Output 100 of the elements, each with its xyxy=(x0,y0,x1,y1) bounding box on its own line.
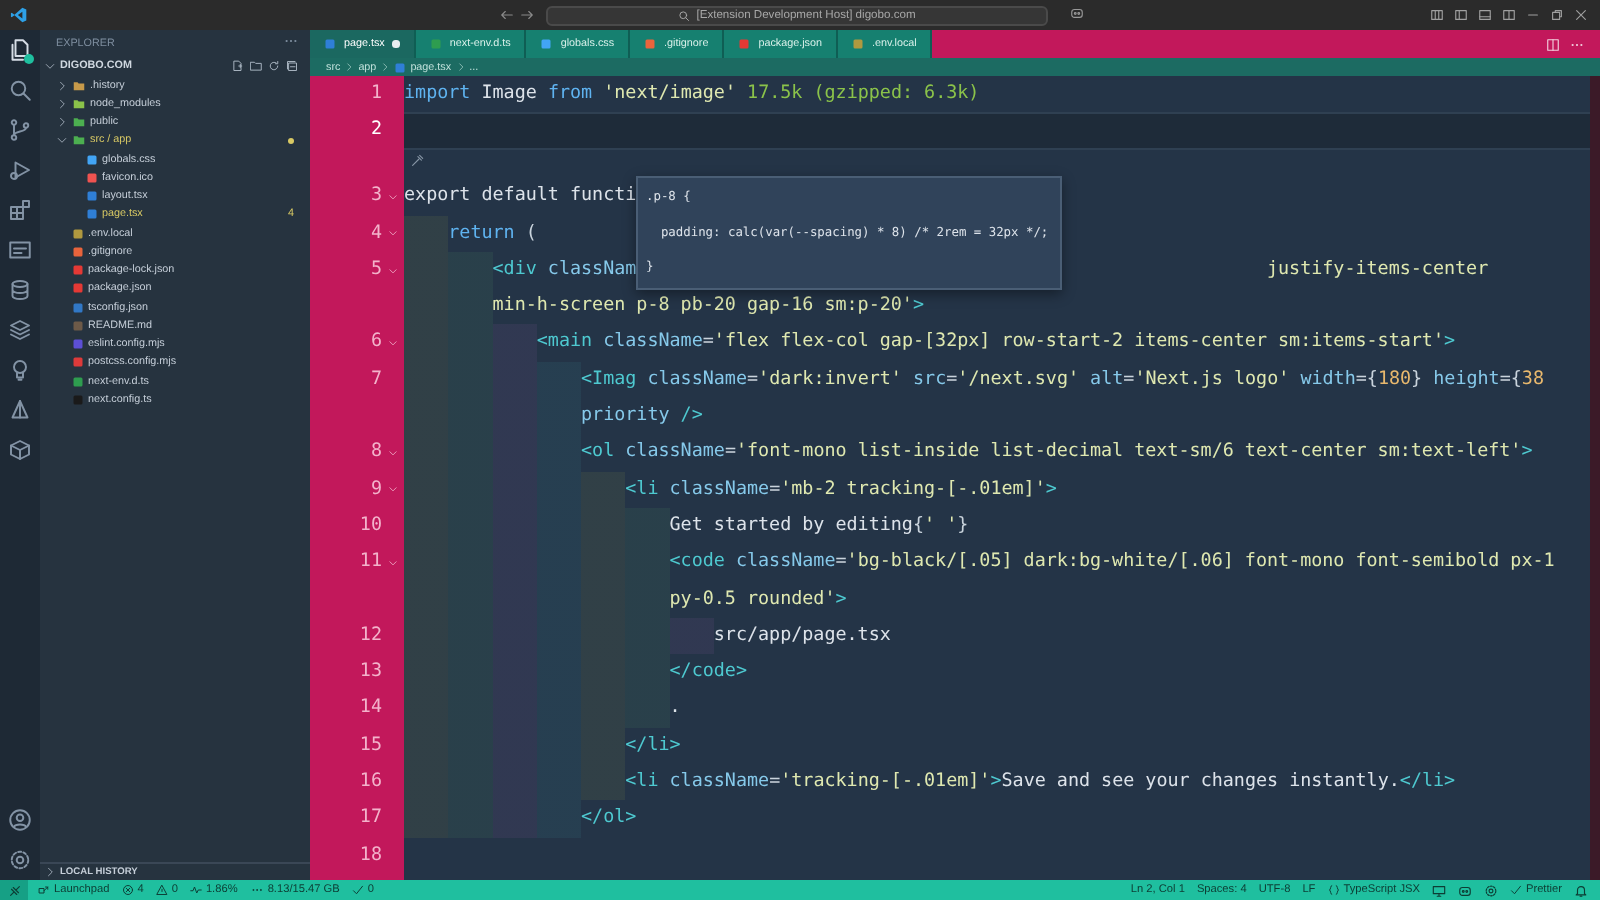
copilot-icon[interactable] xyxy=(1068,6,1086,20)
scrollbar[interactable] xyxy=(1590,76,1600,880)
file-icon xyxy=(429,38,442,50)
code-token: <li xyxy=(623,475,659,504)
restore-icon[interactable] xyxy=(1550,8,1564,22)
code-token: 'Next.js logo' xyxy=(1134,365,1290,394)
new-folder-icon[interactable] xyxy=(250,60,262,72)
layout-icon[interactable] xyxy=(1430,8,1444,22)
chevron-icon xyxy=(344,62,355,72)
chevron-icon xyxy=(380,62,391,72)
code-token: <Imag xyxy=(579,365,637,394)
triangle-icon[interactable] xyxy=(8,398,32,422)
code-token: = xyxy=(724,438,736,467)
modified-dot xyxy=(288,137,294,144)
package-icon[interactable] xyxy=(8,438,32,462)
code-token: ={ xyxy=(1355,365,1378,394)
file-icon xyxy=(644,38,657,50)
code-token: <div xyxy=(490,255,537,284)
code-token: > xyxy=(1444,328,1456,357)
run-debug-icon[interactable] xyxy=(8,158,32,182)
line-number: 3 xyxy=(370,182,382,211)
split-layout-icon[interactable] xyxy=(1502,8,1516,22)
code-token: return xyxy=(446,219,515,248)
settings-icon[interactable] xyxy=(8,848,32,872)
code-token: > xyxy=(990,768,1002,797)
code-token: > xyxy=(1521,438,1533,467)
warning-icon xyxy=(155,884,168,896)
collapse-icon[interactable] xyxy=(286,60,298,72)
line-number: 8 xyxy=(370,438,382,467)
close-icon[interactable] xyxy=(1574,8,1588,22)
code-token: . xyxy=(667,694,681,723)
copilot-icon[interactable] xyxy=(1457,883,1472,897)
code-token: className xyxy=(601,328,703,357)
refresh-icon[interactable] xyxy=(268,60,280,72)
code-token: export default functi xyxy=(404,182,637,211)
line-number: 9 xyxy=(370,475,382,504)
gear-icon[interactable] xyxy=(1483,883,1498,897)
search-icon[interactable] xyxy=(8,78,32,102)
code-token: > xyxy=(835,585,847,614)
code-token: = xyxy=(1123,365,1135,394)
monitor-icon[interactable] xyxy=(1431,883,1446,897)
code-token: src/app/page.tsx xyxy=(711,621,891,650)
code-token: = xyxy=(946,365,958,394)
line-number: 7 xyxy=(370,365,382,394)
code-token: className xyxy=(667,475,770,504)
panel-toggle-icon[interactable] xyxy=(1478,8,1492,22)
minimize-icon[interactable] xyxy=(1526,8,1540,22)
bell-icon[interactable] xyxy=(1574,883,1588,897)
code-token: = xyxy=(769,475,781,504)
code-token: Save and see your changes instantly. xyxy=(1001,768,1400,797)
source-control-icon[interactable] xyxy=(8,118,32,142)
line-number: 2 xyxy=(370,116,382,145)
file-icon xyxy=(540,38,553,50)
remote-icon xyxy=(7,883,21,897)
code-token: Get started by editing xyxy=(667,511,913,540)
code-token: <li xyxy=(623,768,659,797)
search-icon xyxy=(678,9,691,21)
file-icon xyxy=(852,38,864,50)
code-token: alt xyxy=(1088,365,1124,394)
code-token: classNam xyxy=(545,255,637,284)
back-arrow-icon[interactable] xyxy=(500,8,514,22)
code-token: py-0.5 rounded' xyxy=(669,585,836,614)
lightbulb-icon[interactable] xyxy=(8,358,32,382)
code-token: } xyxy=(1411,365,1423,394)
chevron-icon xyxy=(44,866,56,878)
new-file-icon[interactable] xyxy=(232,60,244,72)
remote-button[interactable] xyxy=(0,880,28,900)
code-token: 'next/image' xyxy=(601,80,736,108)
hint-icon[interactable] xyxy=(410,153,424,168)
code-token: justify-items-center xyxy=(1266,255,1489,284)
file-icon xyxy=(324,38,336,50)
code-token: className xyxy=(733,548,836,577)
line-number: 15 xyxy=(359,731,382,760)
app-logo-icon xyxy=(10,6,28,24)
split-editor-icon[interactable] xyxy=(1546,37,1560,51)
code-token: import xyxy=(404,80,471,108)
code-token: 38 xyxy=(1521,365,1544,394)
line-number: 6 xyxy=(370,328,382,357)
line-number: 16 xyxy=(359,768,382,797)
code-token: 'tracking-[-.01em]' xyxy=(780,768,991,797)
sidebar-toggle-icon[interactable] xyxy=(1454,8,1468,22)
code-token: 'dark:invert' xyxy=(758,365,902,394)
layers-icon[interactable] xyxy=(8,318,32,342)
notification-dot xyxy=(24,54,34,64)
line-number: 4 xyxy=(370,219,382,248)
pulse-icon xyxy=(189,884,202,896)
line-number: 12 xyxy=(359,621,382,650)
files-icon[interactable] xyxy=(8,38,32,62)
code-token: <code xyxy=(667,548,725,577)
code-token: /> xyxy=(678,402,703,431)
account-icon[interactable] xyxy=(8,808,32,832)
line-number: 1 xyxy=(370,80,382,108)
forward-arrow-icon[interactable] xyxy=(520,8,534,22)
code-token: 'font-mono list-inside list-decimal text-sm/6 text-center sm:text-left' xyxy=(735,438,1522,467)
terminal-icon[interactable] xyxy=(8,238,32,262)
unsaved-dot xyxy=(392,40,400,48)
code-token: ( xyxy=(523,219,537,248)
code-token: </li> xyxy=(1399,768,1456,797)
database-icon[interactable] xyxy=(8,278,32,302)
extensions-icon[interactable] xyxy=(8,198,32,222)
